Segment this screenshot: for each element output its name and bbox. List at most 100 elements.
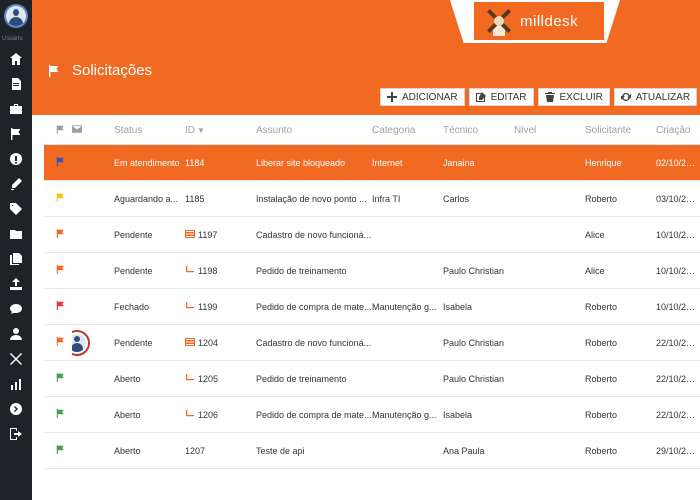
table-row[interactable]: Em atendimento 1184 Liberar site bloqueado…	[44, 145, 700, 181]
row-technician: Carlos	[443, 193, 470, 204]
row-subject: Teste de api	[256, 445, 305, 456]
user-avatar-wrap[interactable]	[0, 0, 32, 32]
row-id: 1206	[185, 409, 256, 420]
row-technician: Paulo Christian	[443, 265, 505, 276]
row-id: 1197	[185, 229, 256, 240]
user-avatar[interactable]	[72, 329, 90, 356]
brand-logo[interactable]: milldesk	[474, 2, 604, 40]
briefcase-icon	[10, 103, 22, 114]
row-id-value: 1205	[198, 373, 219, 384]
sidebar-item-tools[interactable]	[0, 346, 32, 371]
sidebar-item-user[interactable]	[0, 321, 32, 346]
row-technician: Isabela	[443, 301, 473, 312]
header-created[interactable]: Criação	[656, 125, 700, 136]
priority-flag-icon	[56, 265, 64, 274]
header-flag-column[interactable]	[44, 124, 72, 137]
tag-icon	[10, 202, 22, 215]
table-row[interactable]: Pendente 1198 Pedido de treinamento Paulo C…	[44, 253, 700, 289]
sidebar-item-logout[interactable]	[0, 421, 32, 446]
row-flag-cell	[44, 301, 72, 312]
sidebar-item-pencil[interactable]	[0, 171, 32, 196]
chart-icon	[11, 378, 21, 390]
windmill-logo-icon	[482, 4, 516, 38]
header-technician[interactable]: Técnico	[443, 125, 514, 136]
table-row[interactable]: Pendente 1197 Cadastro de novo funcioná...…	[44, 217, 700, 253]
header-requester[interactable]: Solicitante	[585, 125, 656, 136]
row-subject: Cadastro de novo funcioná...	[256, 229, 372, 240]
row-status: Aberto	[114, 373, 141, 384]
table-row[interactable]: Aberto 1206 Pedido de compra de mate... Man…	[44, 397, 700, 433]
sidebar-item-file[interactable]	[0, 71, 32, 96]
sidebar-item-folder[interactable]	[0, 221, 32, 246]
toolbar: ADICIONAR EDITAR EXCLUIR ATUALIZAR	[380, 88, 698, 106]
flag-icon	[56, 124, 64, 134]
table-row[interactable]: Fechado 1199 Pedido de compra de mate... Ma…	[44, 289, 700, 325]
row-created: 22/10/2018	[656, 409, 700, 420]
row-subject: Pedido de compra de mate...	[256, 409, 372, 420]
sub-ticket-icon	[185, 409, 198, 420]
user-avatar[interactable]	[4, 4, 28, 28]
sidebar-item-briefcase[interactable]	[0, 96, 32, 121]
sidebar-item-documents[interactable]	[0, 246, 32, 271]
row-id: 1204	[185, 337, 256, 348]
row-id: 1199	[185, 301, 256, 312]
row-status: Em atendimento	[114, 157, 180, 168]
table-row[interactable]: Aberto 1205 Pedido de treinamento Paulo Chr…	[44, 361, 700, 397]
sidebar-item-alert[interactable]	[0, 146, 32, 171]
table-row[interactable]: Pendente 1204 Cadastro de novo funcioná...…	[44, 325, 700, 361]
row-flag-cell	[44, 409, 72, 420]
logout-icon	[10, 427, 22, 440]
header-id[interactable]: ID ▼	[185, 125, 256, 136]
priority-flag-icon	[56, 193, 64, 202]
row-created: 29/10/2018	[656, 445, 700, 456]
row-id: 1185	[185, 194, 256, 204]
add-button-label: ADICIONAR	[402, 91, 458, 103]
row-technician: Paulo Christian	[443, 337, 505, 348]
user-label: Usuário	[2, 36, 23, 42]
row-category: Manutenção g...	[372, 409, 437, 420]
table-row[interactable]: Aberto 1207 Teste de api Ana Paula Roberto 29…	[44, 433, 700, 469]
sidebar-item-flag[interactable]	[0, 121, 32, 146]
plus-icon	[387, 92, 397, 102]
row-id-value: 1197	[198, 229, 218, 240]
row-requester: Roberto	[585, 301, 618, 312]
row-requester: Alice	[585, 265, 605, 276]
header-subject[interactable]: Assunto	[256, 125, 372, 136]
alert-icon	[10, 152, 22, 165]
row-id: 1184	[185, 158, 256, 168]
flag-icon	[11, 127, 21, 140]
row-technician: Isabela	[443, 409, 473, 420]
edit-button[interactable]: EDITAR	[468, 88, 534, 106]
row-id-value: 1204	[198, 337, 219, 348]
sub-ticket-icon	[185, 373, 198, 384]
sidebar-item-home[interactable]	[0, 46, 32, 71]
pencil-icon	[11, 177, 22, 190]
priority-flag-icon	[56, 229, 64, 238]
brand-name: milldesk	[520, 12, 579, 30]
sidebar-item-chat[interactable]	[0, 296, 32, 321]
sidebar-item-tag[interactable]	[0, 196, 32, 221]
sidebar-item-upload[interactable]	[0, 271, 32, 296]
header-category[interactable]: Categoria	[372, 125, 443, 136]
header-status[interactable]: Status	[114, 125, 185, 136]
table-row[interactable]: Aguardando a... 1185 Instalação de novo po…	[44, 181, 700, 217]
row-flag-cell	[44, 265, 72, 276]
header-level[interactable]: Nivel	[514, 125, 585, 136]
row-category: Manutenção g...	[372, 301, 437, 312]
table-body: Em atendimento 1184 Liberar site bloqueado…	[44, 145, 700, 469]
delete-button-label: EXCLUIR	[559, 91, 603, 103]
refresh-button[interactable]: ATUALIZAR	[613, 88, 698, 106]
table-header: Status ID ▼ Assunto Categoria Técnico Niv…	[44, 117, 700, 145]
edit-button-label: EDITAR	[490, 91, 527, 103]
add-button[interactable]: ADICIONAR	[380, 88, 465, 106]
header-mail-column[interactable]	[72, 125, 114, 136]
delete-button[interactable]: EXCLUIR	[537, 88, 610, 106]
priority-flag-icon	[56, 157, 64, 166]
sidebar-item-chart[interactable]	[0, 371, 32, 396]
priority-flag-icon	[56, 409, 64, 418]
row-created: 03/10/2018	[656, 193, 700, 204]
row-subject: Pedido de compra de mate...	[256, 301, 372, 312]
row-requester: Roberto	[585, 337, 618, 348]
tools-icon	[10, 352, 22, 365]
sidebar-item-arrow-right[interactable]	[0, 396, 32, 421]
